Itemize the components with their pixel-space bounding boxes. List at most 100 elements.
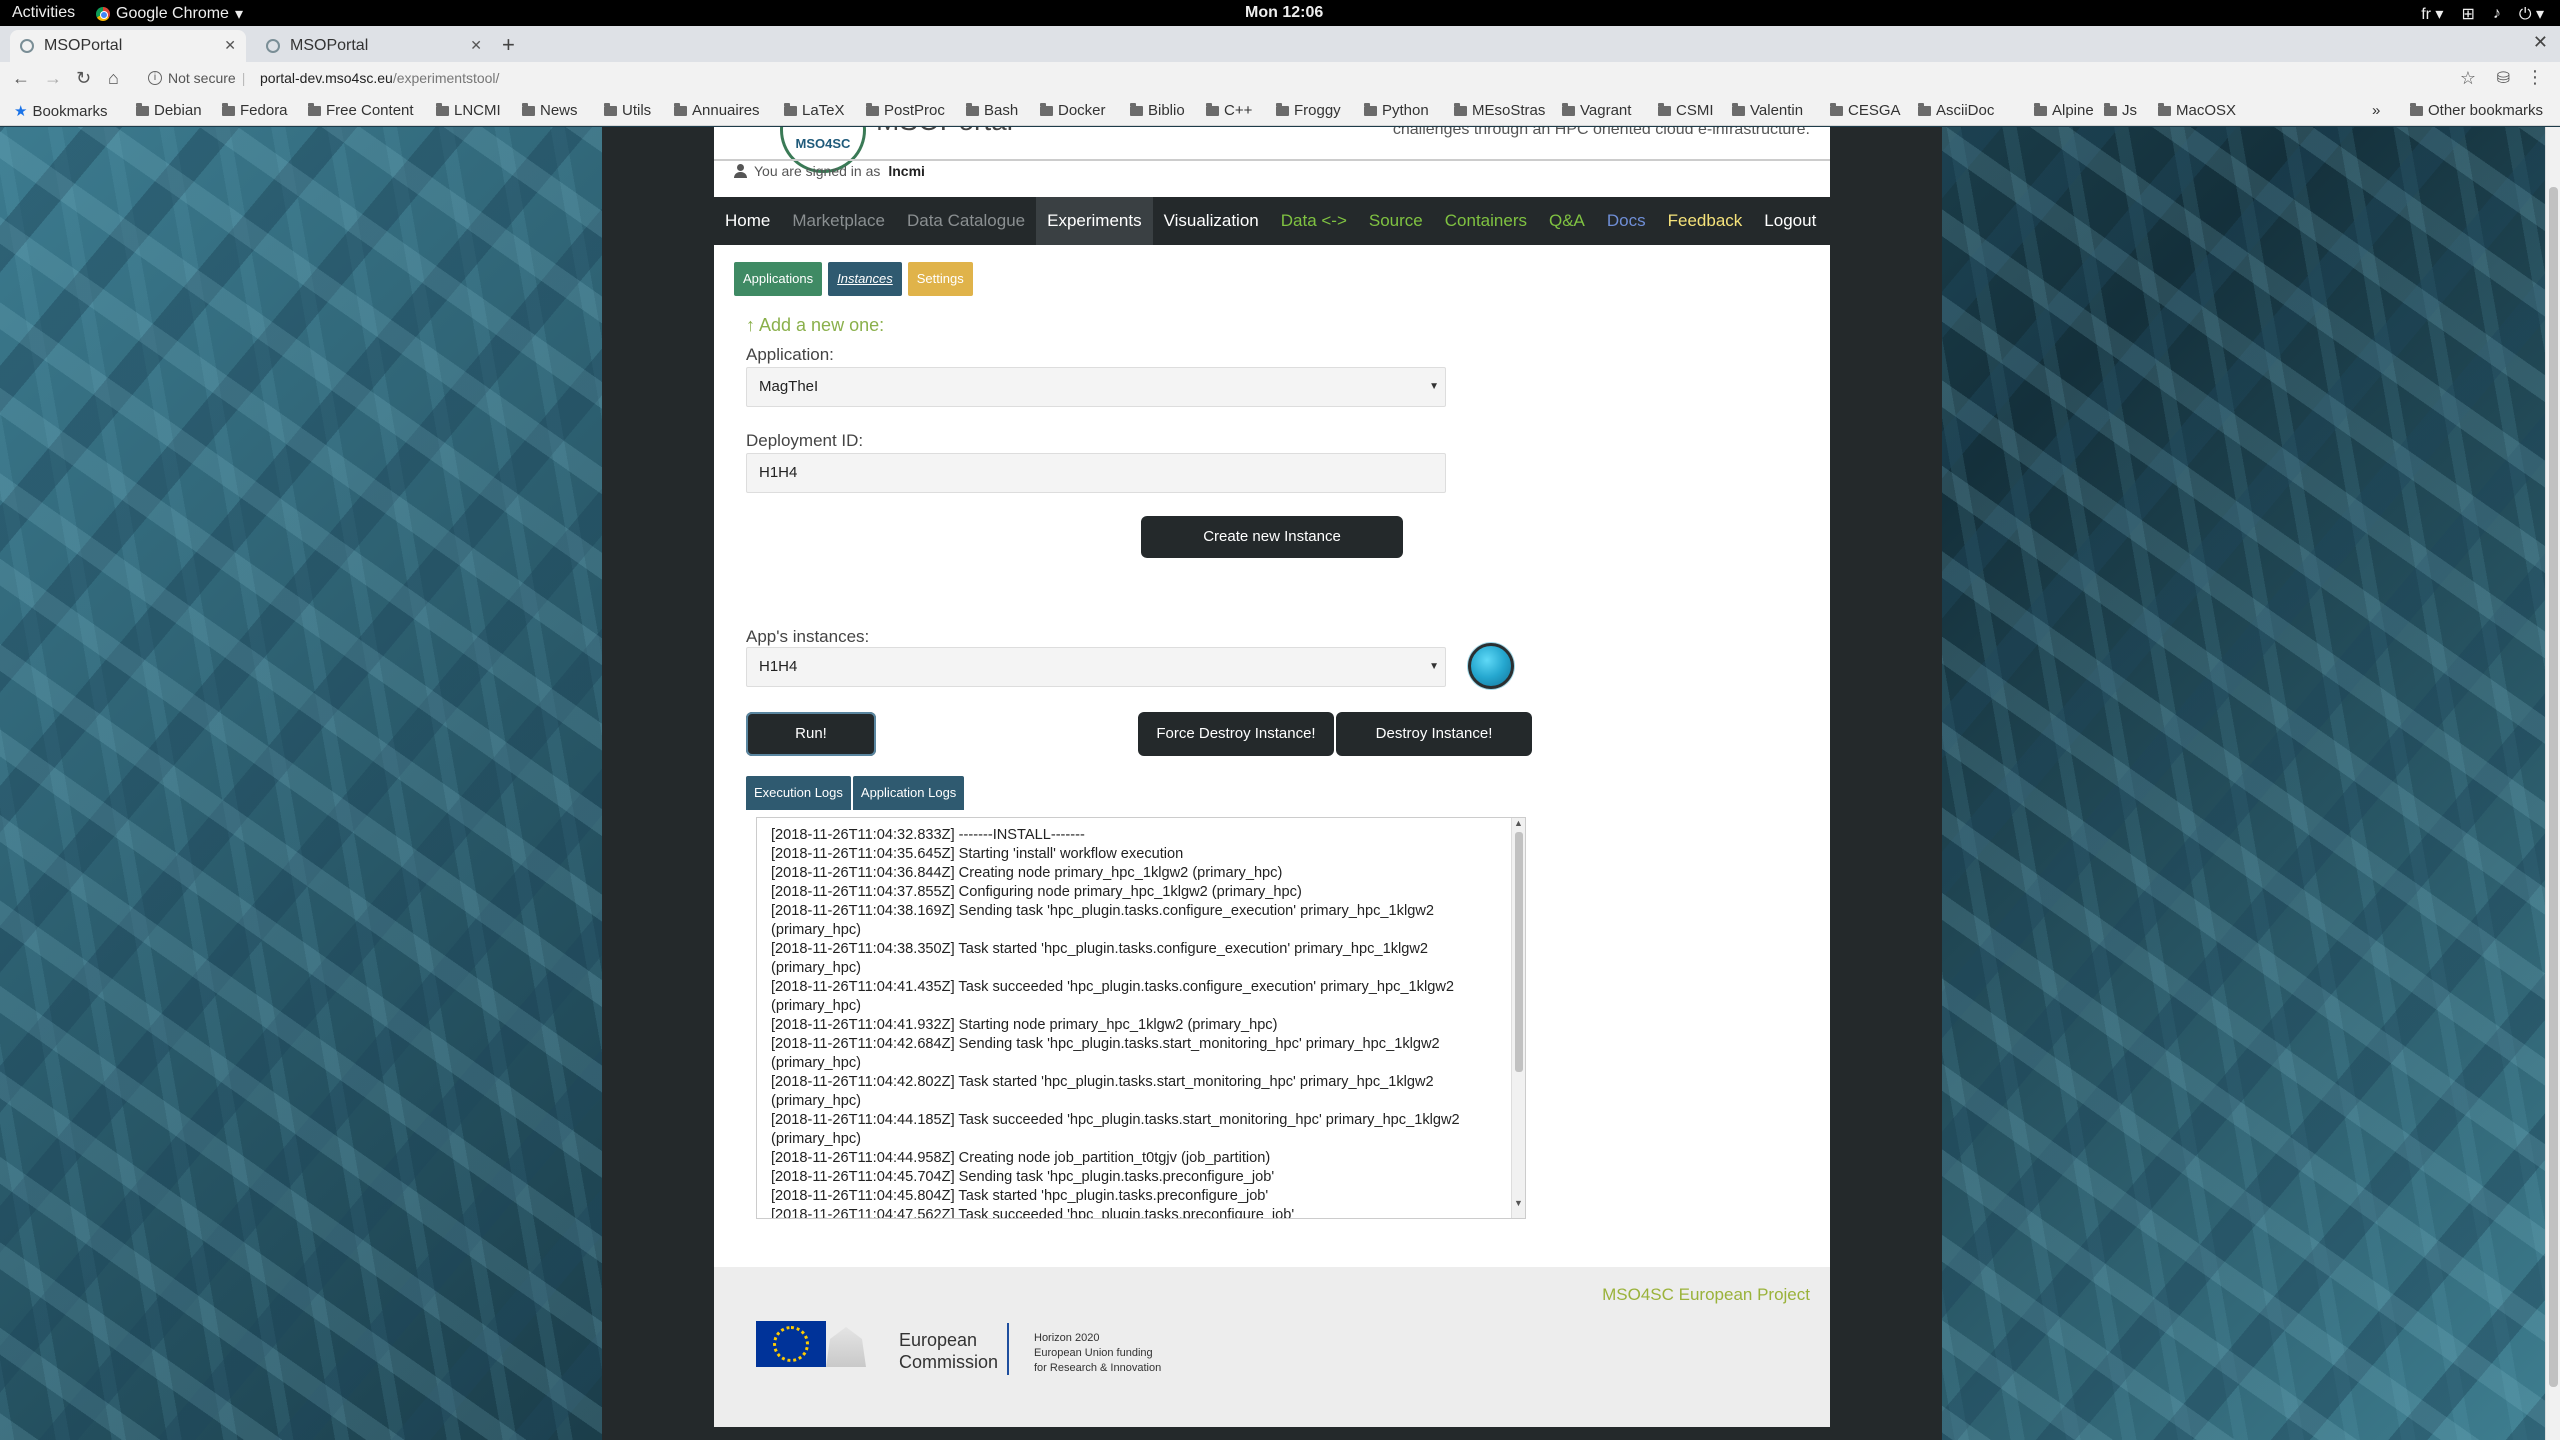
- log-line: [2018-11-26T11:04:41.932Z] Starting node…: [771, 1017, 1278, 1033]
- ec-text: European Commission: [899, 1330, 999, 1372]
- force-destroy-button[interactable]: Force Destroy Instance!: [1138, 712, 1334, 756]
- scroll-up-icon: ▲: [1514, 818, 1523, 828]
- bookmark-folder[interactable]: C++: [1206, 102, 1252, 119]
- log-line: [2018-11-26T11:04:42.802Z] Task started …: [771, 1074, 1434, 1090]
- bookmark-folder[interactable]: Valentin: [1732, 102, 1803, 119]
- nav-marketplace[interactable]: Marketplace: [781, 197, 896, 245]
- tab-applications[interactable]: Applications: [734, 262, 823, 296]
- bookmark-folder[interactable]: Utils: [604, 102, 651, 119]
- folder-icon: [1918, 102, 1931, 116]
- app-name: Google Chrome: [116, 5, 229, 22]
- bookmark-folder[interactable]: Bash: [966, 102, 1018, 119]
- clock[interactable]: Mon 12:06: [1245, 4, 1323, 22]
- browser-tab-active[interactable]: MSOPortal ✕: [10, 30, 246, 62]
- application-select[interactable]: MagTheI ▼: [746, 367, 1446, 407]
- folder-icon: [136, 102, 149, 116]
- bookmark-folder[interactable]: MEsoStras: [1454, 102, 1545, 119]
- bookmark-folder[interactable]: CSMI: [1658, 102, 1714, 119]
- scroll-down-icon: ▼: [1514, 1198, 1523, 1208]
- language-indicator[interactable]: fr ▾: [2421, 4, 2443, 24]
- username: lncmi: [888, 163, 925, 179]
- destroy-button[interactable]: Destroy Instance!: [1336, 712, 1532, 756]
- close-tab-icon[interactable]: ✕: [470, 37, 482, 54]
- bookmark-folder[interactable]: AsciiDoc: [1918, 102, 1994, 119]
- deployment-id-input[interactable]: H1H4: [746, 453, 1446, 493]
- log-line: [2018-11-26T11:04:38.350Z] Task started …: [771, 941, 1429, 957]
- nav-experiments[interactable]: Experiments: [1036, 197, 1153, 245]
- bookmark-folder[interactable]: Debian: [136, 102, 202, 119]
- url-field[interactable]: portal-dev.mso4sc.eu/experimentstool/: [260, 70, 499, 86]
- site-favicon-icon: [20, 39, 34, 53]
- site-security-indicator[interactable]: i Not secure |: [148, 70, 245, 86]
- nav-docs[interactable]: Docs: [1596, 197, 1657, 245]
- bookmark-folder[interactable]: PostProc: [866, 102, 945, 119]
- bookmark-folder[interactable]: Biblio: [1130, 102, 1185, 119]
- create-instance-button[interactable]: Create new Instance: [1141, 516, 1403, 558]
- nav-data-catalogue[interactable]: Data Catalogue: [896, 197, 1036, 245]
- nav-visualization[interactable]: Visualization: [1153, 197, 1270, 245]
- folder-icon: [674, 102, 687, 116]
- ec-building-logo: [826, 1327, 866, 1367]
- bookmark-folder[interactable]: LaTeX: [784, 102, 845, 119]
- bookmark-folder[interactable]: Froggy: [1276, 102, 1341, 119]
- browser-menu-icon[interactable]: ⋮: [2526, 67, 2544, 88]
- scroll-thumb: [1515, 832, 1523, 1072]
- log-scrollbar[interactable]: ▲ ▼: [1511, 818, 1525, 1218]
- site-title: MSOPortal: [876, 127, 1013, 137]
- nav-data[interactable]: Data <->: [1270, 197, 1358, 245]
- browser-tab[interactable]: MSOPortal ✕: [256, 30, 492, 62]
- bookmark-folder[interactable]: Fedora: [222, 102, 288, 119]
- main-nav: Home Marketplace Data Catalogue Experime…: [714, 197, 1830, 245]
- bookmark-folder[interactable]: Annuaires: [674, 102, 760, 119]
- tab-settings[interactable]: Settings: [907, 262, 973, 296]
- bookmark-folder[interactable]: MacOSX: [2158, 102, 2236, 119]
- bookmark-folder[interactable]: Js: [2104, 102, 2137, 119]
- bookmarks-apps[interactable]: ★ Bookmarks: [14, 102, 107, 121]
- caret-down-icon: ▼: [1429, 381, 1439, 392]
- tab-application-logs[interactable]: Application Logs: [852, 776, 965, 810]
- nav-qa[interactable]: Q&A: [1538, 197, 1596, 245]
- tab-title: MSOPortal: [44, 37, 123, 54]
- window-close-icon[interactable]: ✕: [2533, 32, 2548, 53]
- forward-icon[interactable]: →: [44, 68, 62, 89]
- new-tab-button[interactable]: +: [502, 32, 515, 58]
- nav-home[interactable]: Home: [714, 197, 781, 245]
- home-icon[interactable]: ⌂: [108, 68, 119, 89]
- execution-log-textarea[interactable]: [2018-11-26T11:04:32.833Z] -------INSTAL…: [756, 817, 1526, 1219]
- page-viewport: MSO4SC MSOPortal challenges through an H…: [0, 127, 2545, 1440]
- bookmark-folder[interactable]: LNCMI: [436, 102, 501, 119]
- folder-icon: [866, 102, 879, 116]
- app-menu[interactable]: Google Chrome ▾: [96, 4, 243, 24]
- log-line: [2018-11-26T11:04:37.855Z] Configuring n…: [771, 884, 1302, 900]
- project-link[interactable]: MSO4SC European Project: [1602, 1285, 1810, 1305]
- bookmark-folder[interactable]: News: [522, 102, 578, 119]
- bookmark-folder[interactable]: Free Content: [308, 102, 414, 119]
- bookmark-folder[interactable]: Python: [1364, 102, 1429, 119]
- extension-icon[interactable]: ⛁: [2497, 68, 2510, 88]
- bookmark-star-icon[interactable]: ☆: [2460, 68, 2476, 89]
- back-icon[interactable]: ←: [12, 68, 30, 89]
- nav-source[interactable]: Source: [1358, 197, 1434, 245]
- tab-instances[interactable]: Instances: [828, 262, 902, 296]
- bookmark-folder[interactable]: Docker: [1040, 102, 1106, 119]
- nav-feedback[interactable]: Feedback: [1657, 197, 1754, 245]
- header-divider: [714, 159, 1830, 161]
- app-instances-select[interactable]: H1H4 ▼: [746, 647, 1446, 687]
- page-scroll-thumb[interactable]: [2549, 187, 2558, 1387]
- run-button[interactable]: Run!: [746, 712, 876, 756]
- nav-logout[interactable]: Logout: [1753, 197, 1827, 245]
- bookmark-folder[interactable]: Vagrant: [1562, 102, 1631, 119]
- reload-icon[interactable]: ↻: [76, 68, 91, 89]
- more-bookmarks-button[interactable]: »: [2372, 102, 2380, 119]
- folder-icon: [966, 102, 979, 116]
- bookmark-folder[interactable]: Alpine: [2034, 102, 2094, 119]
- tab-execution-logs[interactable]: Execution Logs: [746, 776, 851, 810]
- page-scrollbar[interactable]: [2545, 127, 2560, 1440]
- other-bookmarks[interactable]: Other bookmarks: [2410, 102, 2543, 119]
- activities-button[interactable]: Activities: [12, 4, 75, 22]
- tab-strip: MSOPortal ✕ MSOPortal ✕ + ✕: [0, 26, 2560, 62]
- close-tab-icon[interactable]: ✕: [224, 37, 236, 54]
- nav-containers[interactable]: Containers: [1434, 197, 1538, 245]
- bookmark-folder[interactable]: CESGA: [1830, 102, 1901, 119]
- system-tray[interactable]: fr ▾ ⊞ ♪ ⏻ ▾: [2421, 4, 2544, 24]
